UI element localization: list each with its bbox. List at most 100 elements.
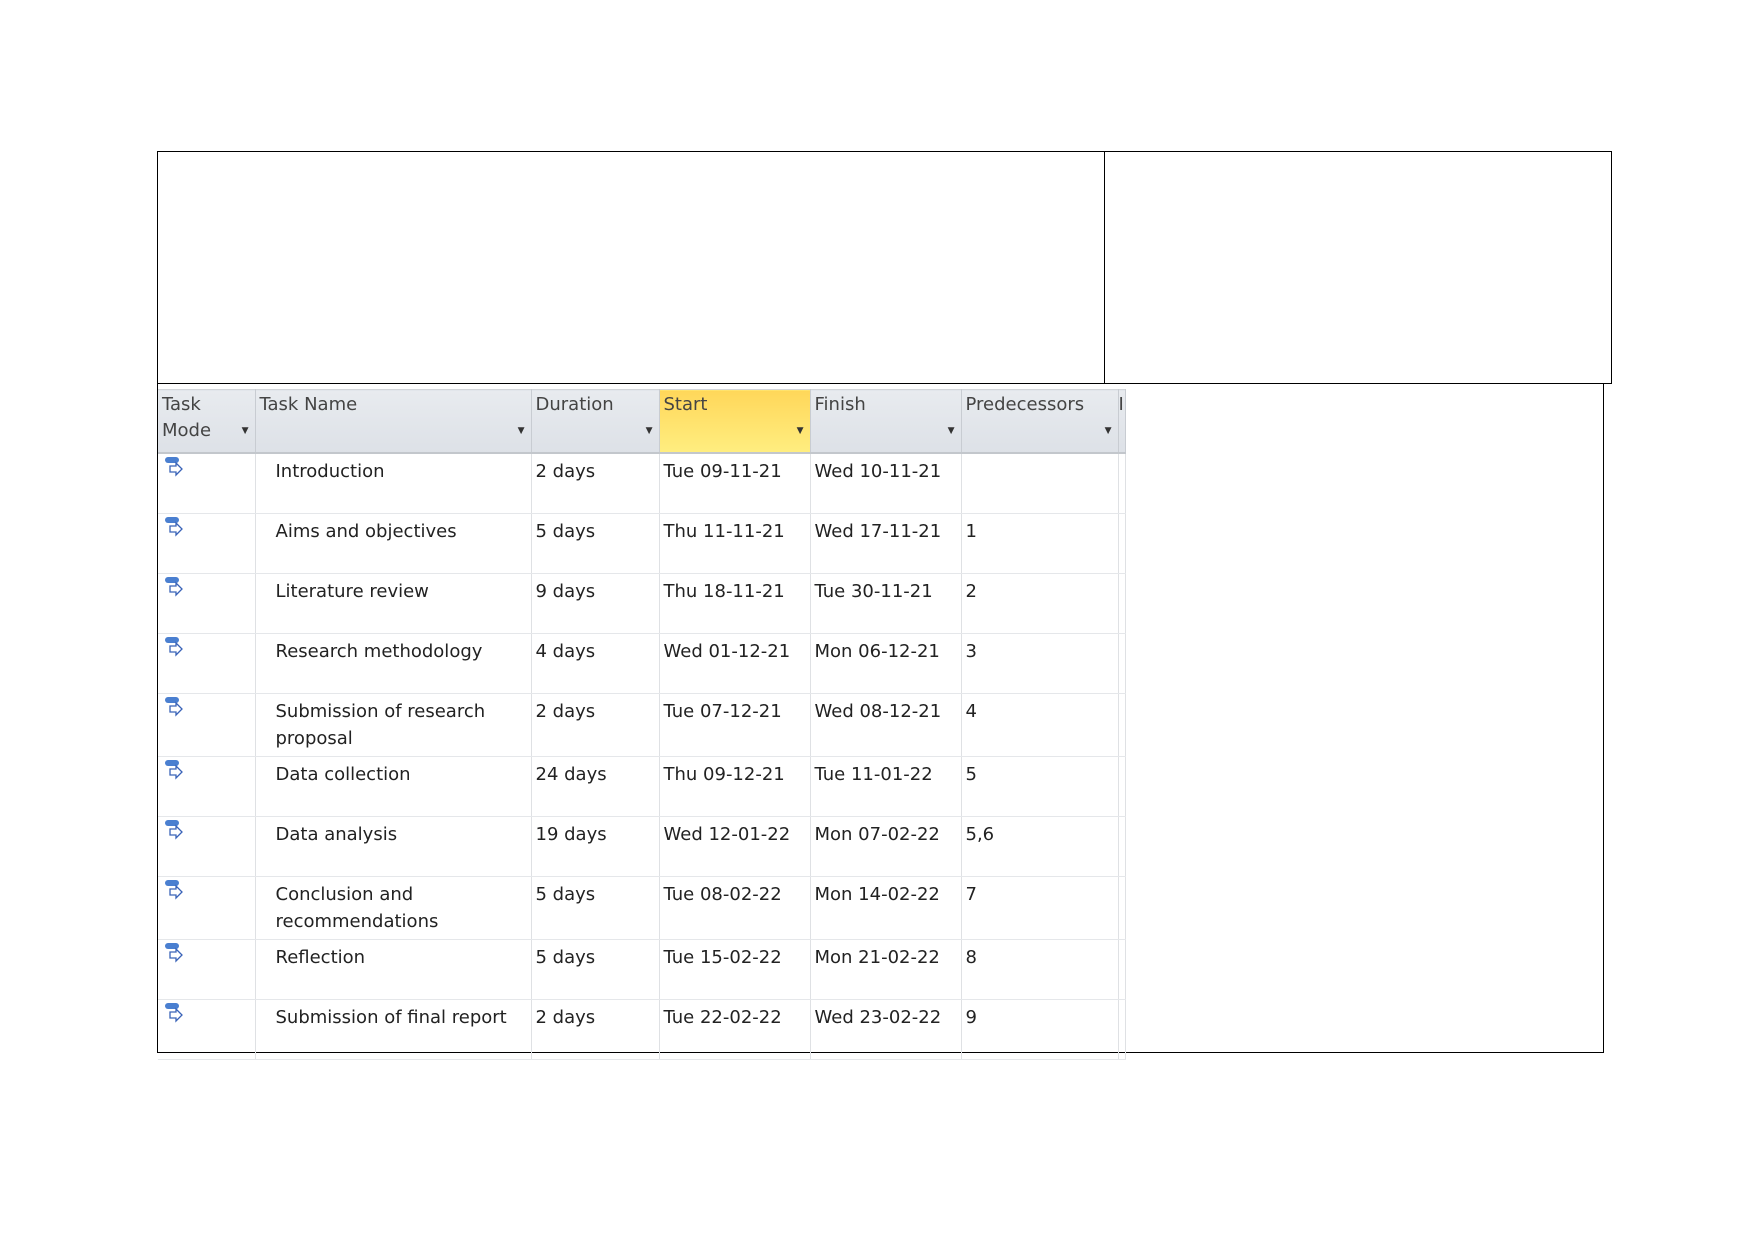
predecessors-cell[interactable]: 1: [961, 513, 1119, 574]
table-header-row: Task Mode ▼ Task Name ▼ Duration ▼ Start ▼ F…: [158, 389, 1126, 454]
dropdown-arrow-icon[interactable]: ▼: [518, 418, 525, 444]
truncated-cell: [1118, 573, 1126, 634]
predecessors-cell[interactable]: 3: [961, 633, 1119, 694]
column-header-start[interactable]: Start ▼: [659, 389, 811, 454]
task-name-cell[interactable]: Data collection: [255, 756, 532, 817]
duration-cell[interactable]: 2 days: [531, 999, 660, 1060]
finish-cell[interactable]: Mon 07-02-22: [810, 816, 962, 877]
table-row[interactable]: Introduction 2 days Tue 09-11-21 Wed 10-11-…: [158, 453, 1126, 514]
predecessors-cell[interactable]: 7: [961, 876, 1119, 940]
task-mode-cell[interactable]: [158, 693, 256, 757]
start-cell[interactable]: Wed 01-12-21: [659, 633, 811, 694]
truncated-cell: [1118, 816, 1126, 877]
table-row[interactable]: Data analysis 19 days Wed 12-01-22 Mon 07-0…: [158, 816, 1126, 877]
finish-cell[interactable]: Wed 17-11-21: [810, 513, 962, 574]
table-row[interactable]: Submission of final report 2 days Tue 22-0…: [158, 999, 1126, 1060]
start-cell[interactable]: Thu 09-12-21: [659, 756, 811, 817]
start-cell[interactable]: Tue 15-02-22: [659, 939, 811, 1000]
predecessors-cell[interactable]: 8: [961, 939, 1119, 1000]
start-cell[interactable]: Tue 08-02-22: [659, 876, 811, 940]
task-name-cell[interactable]: Reflection: [255, 939, 532, 1000]
start-cell[interactable]: Thu 18-11-21: [659, 573, 811, 634]
task-name-cell[interactable]: Aims and objectives: [255, 513, 532, 574]
task-mode-cell[interactable]: [158, 633, 256, 694]
finish-cell[interactable]: Mon 06-12-21: [810, 633, 962, 694]
duration-cell[interactable]: 5 days: [531, 939, 660, 1000]
task-name-cell[interactable]: Submission of research proposal: [255, 693, 532, 757]
dropdown-arrow-icon[interactable]: ▼: [242, 418, 249, 444]
table-row[interactable]: Literature review 9 days Thu 18-11-21 Tue 3…: [158, 573, 1126, 634]
duration-cell[interactable]: 5 days: [531, 513, 660, 574]
duration-cell[interactable]: 5 days: [531, 876, 660, 940]
finish-cell[interactable]: Wed 08-12-21: [810, 693, 962, 757]
start-cell[interactable]: Wed 12-01-22: [659, 816, 811, 877]
truncated-cell: [1118, 633, 1126, 694]
truncated-cell: [1118, 876, 1126, 940]
table-row[interactable]: Data collection 24 days Thu 09-12-21 Tue 11…: [158, 756, 1126, 817]
column-header-task-name[interactable]: Task Name ▼: [255, 389, 532, 454]
column-header-task-mode[interactable]: Task Mode ▼: [158, 389, 256, 454]
auto-scheduled-task-icon: [164, 456, 249, 478]
duration-cell[interactable]: 24 days: [531, 756, 660, 817]
truncated-cell: [1118, 453, 1126, 514]
task-mode-cell[interactable]: [158, 876, 256, 940]
task-mode-cell[interactable]: [158, 513, 256, 574]
auto-scheduled-task-icon: [164, 879, 249, 901]
finish-cell[interactable]: Mon 14-02-22: [810, 876, 962, 940]
task-mode-cell[interactable]: [158, 756, 256, 817]
task-name-cell[interactable]: Submission of final report: [255, 999, 532, 1060]
finish-cell[interactable]: Wed 23-02-22: [810, 999, 962, 1060]
finish-cell[interactable]: Tue 11-01-22: [810, 756, 962, 817]
table-row[interactable]: Submission of research proposal 2 days Tue…: [158, 693, 1126, 757]
dropdown-arrow-icon[interactable]: ▼: [646, 418, 653, 444]
finish-cell[interactable]: Mon 21-02-22: [810, 939, 962, 1000]
dropdown-arrow-icon[interactable]: ▼: [948, 418, 955, 444]
duration-cell[interactable]: 9 days: [531, 573, 660, 634]
predecessors-cell[interactable]: 5,6: [961, 816, 1119, 877]
table-row[interactable]: Reflection 5 days Tue 15-02-22 Mon 21-02-22…: [158, 939, 1126, 1000]
column-header-predecessors[interactable]: Predecessors ▼: [961, 389, 1119, 454]
truncated-cell: [1118, 756, 1126, 817]
column-header-duration[interactable]: Duration ▼: [531, 389, 660, 454]
finish-cell[interactable]: Tue 30-11-21: [810, 573, 962, 634]
auto-scheduled-task-icon: [164, 696, 249, 718]
task-mode-cell[interactable]: [158, 999, 256, 1060]
task-name-cell[interactable]: Literature review: [255, 573, 532, 634]
truncated-cell: [1118, 939, 1126, 1000]
duration-cell[interactable]: 2 days: [531, 453, 660, 514]
predecessors-cell[interactable]: 9: [961, 999, 1119, 1060]
start-cell[interactable]: Tue 09-11-21: [659, 453, 811, 514]
truncated-cell: [1118, 999, 1126, 1060]
task-mode-cell[interactable]: [158, 939, 256, 1000]
task-name-cell[interactable]: Conclusion and recommendations: [255, 876, 532, 940]
duration-cell[interactable]: 19 days: [531, 816, 660, 877]
auto-scheduled-task-icon: [164, 759, 249, 781]
duration-cell[interactable]: 4 days: [531, 633, 660, 694]
auto-scheduled-task-icon: [164, 819, 249, 841]
column-header-finish[interactable]: Finish ▼: [810, 389, 962, 454]
dropdown-arrow-icon[interactable]: ▼: [1105, 418, 1112, 444]
task-mode-cell[interactable]: [158, 816, 256, 877]
auto-scheduled-task-icon: [164, 942, 249, 964]
task-mode-cell[interactable]: [158, 453, 256, 514]
predecessors-cell[interactable]: [961, 453, 1119, 514]
start-cell[interactable]: Thu 11-11-21: [659, 513, 811, 574]
header-cell-right: [1104, 151, 1612, 384]
dropdown-arrow-icon[interactable]: ▼: [797, 418, 804, 444]
task-name-cell[interactable]: Introduction: [255, 453, 532, 514]
predecessors-cell[interactable]: 2: [961, 573, 1119, 634]
truncated-cell: [1118, 693, 1126, 757]
column-header-truncated[interactable]: I: [1118, 389, 1126, 454]
start-cell[interactable]: Tue 22-02-22: [659, 999, 811, 1060]
predecessors-cell[interactable]: 5: [961, 756, 1119, 817]
table-row[interactable]: Conclusion and recommendations 5 days Tue …: [158, 876, 1126, 940]
finish-cell[interactable]: Wed 10-11-21: [810, 453, 962, 514]
start-cell[interactable]: Tue 07-12-21: [659, 693, 811, 757]
predecessors-cell[interactable]: 4: [961, 693, 1119, 757]
duration-cell[interactable]: 2 days: [531, 693, 660, 757]
task-name-cell[interactable]: Data analysis: [255, 816, 532, 877]
table-row[interactable]: Research methodology 4 days Wed 01-12-21 Mo…: [158, 633, 1126, 694]
task-mode-cell[interactable]: [158, 573, 256, 634]
task-name-cell[interactable]: Research methodology: [255, 633, 532, 694]
table-row[interactable]: Aims and objectives 5 days Thu 11-11-21 Wed…: [158, 513, 1126, 574]
